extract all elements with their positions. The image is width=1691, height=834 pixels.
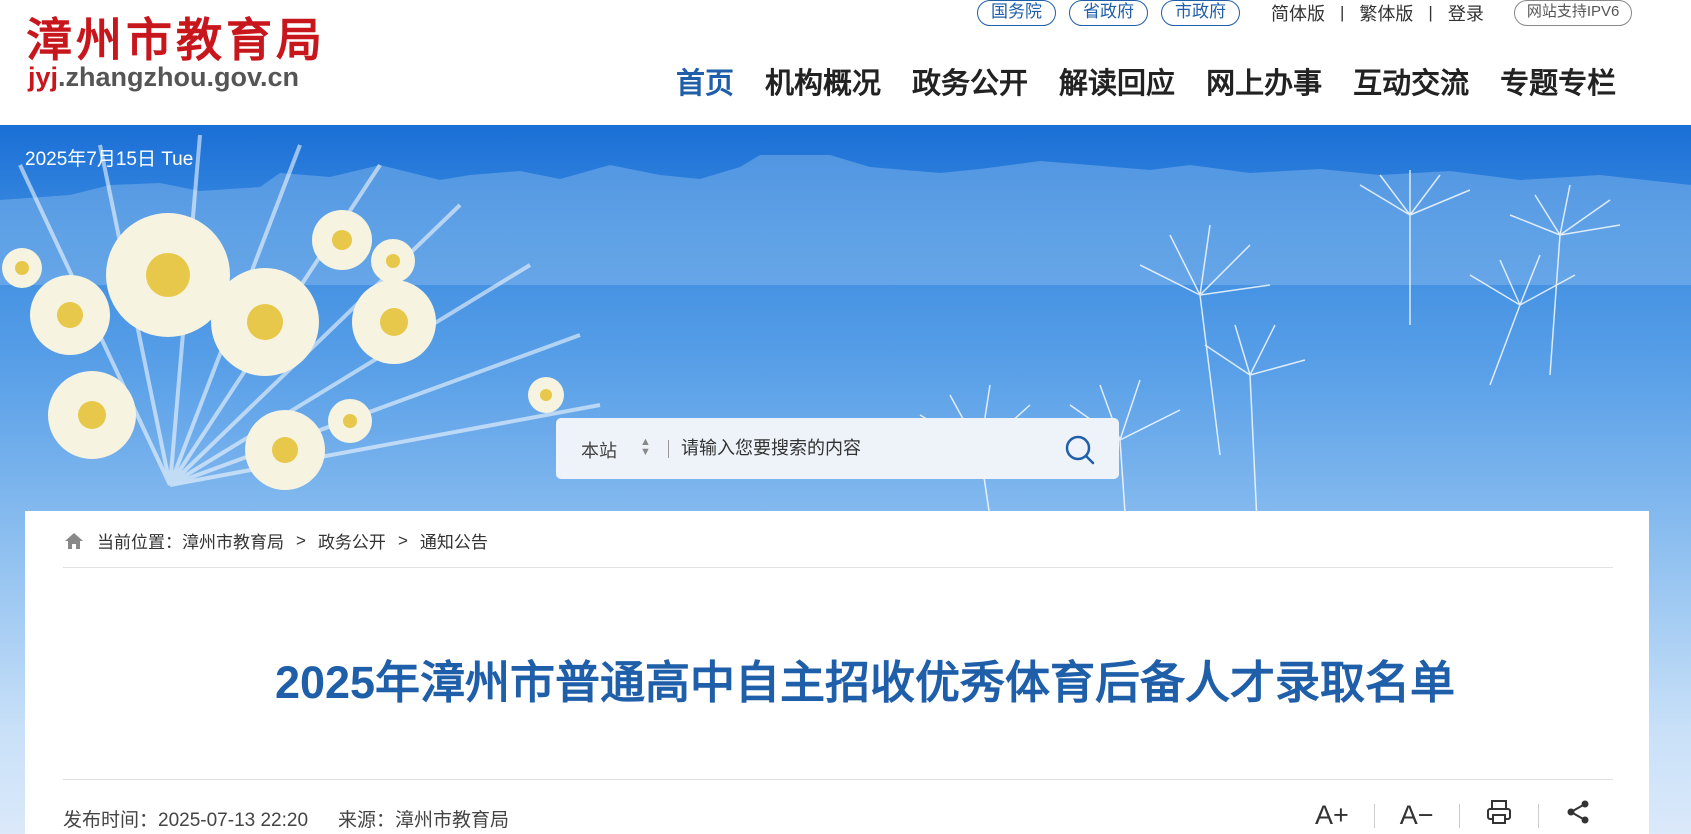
- print-icon[interactable]: [1485, 798, 1513, 833]
- source-value: 漳州市教育局: [395, 810, 510, 831]
- link-city-gov[interactable]: 市政府: [1161, 0, 1240, 26]
- simplified-version-link[interactable]: 简体版: [1271, 0, 1325, 26]
- divider: [63, 779, 1613, 780]
- login-link[interactable]: 登录: [1448, 0, 1484, 26]
- logo-domain-rest: .zhangzhou.gov.cn: [58, 62, 300, 92]
- top-separator: |: [1340, 3, 1345, 22]
- article-card: 当前位置： 漳州市教育局 > 政务公开 > 通知公告 2025年漳州市普通高中自…: [25, 511, 1649, 834]
- search-icon[interactable]: [1062, 432, 1098, 468]
- font-increase-button[interactable]: A+: [1315, 800, 1349, 831]
- nav-item-interpretation[interactable]: 解读回应: [1059, 60, 1175, 102]
- search-scope-select[interactable]: 本站: [581, 437, 617, 463]
- logo-domain-prefix: jyj: [28, 62, 59, 92]
- publish-time: 2025-07-13 22:20: [158, 810, 309, 831]
- ipv6-badge: 网站支持IPV6: [1513, 0, 1633, 26]
- search-divider: [668, 440, 669, 458]
- search-input[interactable]: [681, 432, 1051, 465]
- site-logo-domain: jyj.zhangzhou.gov.cn: [28, 62, 299, 93]
- home-icon[interactable]: [63, 530, 85, 552]
- search-box: 本站 ▲ ▼: [556, 418, 1119, 479]
- tool-separator: [1458, 803, 1460, 828]
- breadcrumb-separator: >: [296, 530, 306, 550]
- chevron-updown-icon[interactable]: ▲ ▼: [640, 437, 651, 458]
- site-logo-title[interactable]: 漳州市教育局: [26, 4, 326, 70]
- link-province-gov[interactable]: 省政府: [1069, 0, 1148, 26]
- top-separator: |: [1428, 3, 1433, 22]
- traditional-version-link[interactable]: 繁体版: [1359, 0, 1413, 26]
- nav-item-online-services[interactable]: 网上办事: [1206, 60, 1322, 102]
- article-title: 2025年漳州市普通高中自主招收优秀体育后备人才录取名单: [274, 657, 1456, 708]
- nav-item-gov-affairs[interactable]: 政务公开: [912, 60, 1028, 102]
- nav-item-organization[interactable]: 机构概况: [765, 60, 881, 102]
- nav-item-home[interactable]: 首页: [676, 60, 734, 102]
- font-decrease-button[interactable]: A−: [1400, 800, 1434, 831]
- breadcrumb-prefix: 当前位置：: [97, 533, 182, 552]
- nav-item-special-topics[interactable]: 专题专栏: [1500, 60, 1616, 102]
- breadcrumb-separator: >: [397, 530, 408, 550]
- current-date: 2025年7月15日 Tue: [25, 149, 194, 170]
- breadcrumb-item-bureau[interactable]: 漳州市教育局: [182, 528, 284, 553]
- site-header: 漳州市教育局 jyj.zhangzhou.gov.cn 国务院 省政府 市政府 …: [0, 0, 1691, 125]
- article-tools: A+ A−: [1315, 798, 1592, 833]
- breadcrumb-item-notices[interactable]: 通知公告: [420, 528, 488, 553]
- nav-item-interaction[interactable]: 互动交流: [1353, 60, 1469, 102]
- source-label: 来源：: [338, 810, 396, 831]
- share-icon[interactable]: [1564, 798, 1592, 833]
- divider: [63, 567, 1613, 568]
- main-nav: 首页 机构概况 政务公开 解读回应 网上办事 互动交流 专题专栏: [676, 60, 1616, 102]
- top-links-bar: 国务院 省政府 市政府 简体版 | 繁体版 | 登录 网站支持IPV6: [977, 0, 1633, 26]
- tool-separator: [1537, 803, 1539, 828]
- breadcrumb-item-gov-affairs[interactable]: 政务公开: [318, 528, 386, 553]
- article-meta: 发布时间：2025-07-13 22:20 来源：漳州市教育局: [63, 805, 509, 832]
- breadcrumb: 当前位置： 漳州市教育局 > 政务公开 > 通知公告: [63, 528, 488, 553]
- link-state-council[interactable]: 国务院: [977, 0, 1056, 26]
- tool-separator: [1373, 803, 1375, 828]
- publish-label: 发布时间：: [63, 810, 159, 831]
